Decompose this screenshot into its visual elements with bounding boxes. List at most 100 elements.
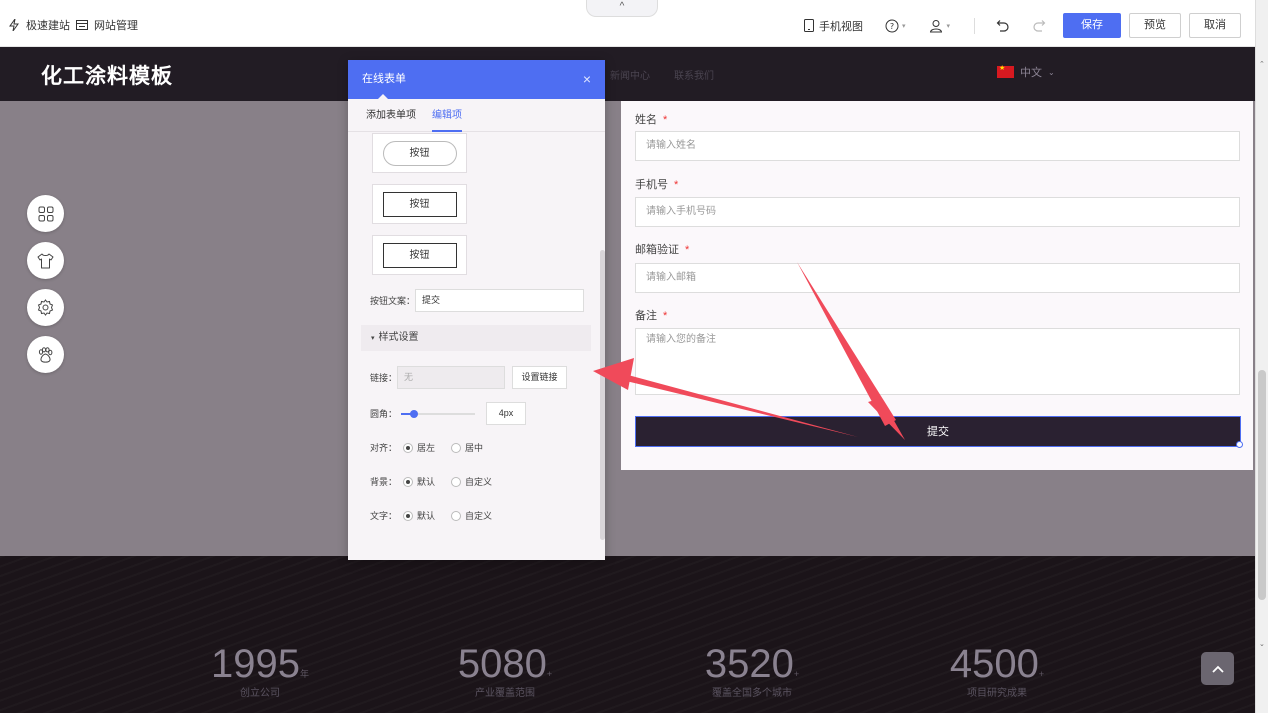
tab-add-field[interactable]: 添加表单项 <box>366 99 416 131</box>
text-color-label: 文字： <box>370 511 398 521</box>
link-input: 无 <box>397 366 506 389</box>
radio-label: 自定义 <box>465 511 493 521</box>
phone-icon <box>803 19 814 32</box>
side-toolbar <box>27 195 64 373</box>
lightning-icon <box>9 19 19 31</box>
radio-dot <box>403 510 414 521</box>
stat-number: 1995 <box>211 642 300 686</box>
button-style-option[interactable]: 按钮 <box>372 235 467 275</box>
grid-icon <box>38 206 53 221</box>
scrollbar-thumb[interactable] <box>1258 370 1266 600</box>
site-logo[interactable]: 化工涂料模板 <box>41 60 173 90</box>
baidu-button[interactable] <box>27 336 64 373</box>
background-row: 背景： 默认 自定义 <box>370 475 502 488</box>
shirt-icon <box>37 253 54 268</box>
stat-label: 创立公司 <box>240 688 280 699</box>
background-label: 背景： <box>370 477 398 487</box>
cancel-button[interactable]: 取消 <box>1189 13 1241 38</box>
panel-tabs: 添加表单项 编辑项 <box>348 99 605 132</box>
phone-input[interactable]: 请输入手机号码 <box>635 197 1240 227</box>
chevron-down-icon: ▾ <box>946 22 950 30</box>
form-field-label: 邮箱验证 * <box>635 241 689 257</box>
nav-item-contact[interactable]: 联系我们 <box>674 67 714 82</box>
required-mark: * <box>685 244 690 256</box>
style-settings-label: 样式设置 <box>378 332 419 343</box>
help-icon: ? <box>885 19 899 32</box>
preview-button[interactable]: 预览 <box>1129 13 1181 38</box>
mobile-view-label: 手机视图 <box>818 20 863 33</box>
close-icon[interactable]: × <box>583 60 591 99</box>
form-field-label: 备注 * <box>635 307 667 323</box>
tab-edit-field[interactable]: 编辑项 <box>432 99 462 132</box>
language-label: 中文 <box>1020 67 1042 79</box>
button-style-option[interactable]: 按钮 <box>372 184 467 224</box>
text-default-radio[interactable]: 默认 <box>403 509 435 522</box>
stat-number: 4500 <box>949 642 1039 686</box>
field-label-text: 姓名 <box>635 114 657 126</box>
form-field-label: 手机号 * <box>635 176 678 192</box>
bg-default-radio[interactable]: 默认 <box>403 475 435 488</box>
mobile-view-toggle[interactable]: 手机视图 <box>803 18 863 34</box>
radius-label: 圆角： <box>370 409 398 419</box>
name-input[interactable]: 请输入姓名 <box>635 131 1240 161</box>
link-label: 链接： <box>370 373 398 383</box>
required-mark: * <box>663 114 668 126</box>
back-to-top-button[interactable] <box>1201 652 1234 685</box>
undo-icon <box>996 19 1009 32</box>
button-style-preview: 按钮 <box>382 242 457 268</box>
panel-scrollbar[interactable] <box>600 250 605 540</box>
radio-label: 自定义 <box>465 477 493 487</box>
field-label-text: 备注 <box>635 310 657 322</box>
stat-number: 5080 <box>457 642 547 686</box>
site-header: 化工涂料模板 新闻中心 联系我们 中文 ⌄ <box>0 47 1255 101</box>
site-manage-icon <box>76 20 88 30</box>
set-link-button[interactable]: 设置链接 <box>512 366 568 389</box>
quick-build-link[interactable]: 极速建站 <box>26 17 70 33</box>
undo-button[interactable] <box>995 19 1009 32</box>
page-scrollbar[interactable]: ⌃ ⌄ <box>1255 0 1268 713</box>
panel-header: 在线表单 × <box>348 60 605 99</box>
remark-textarea[interactable]: 请输入您的备注 <box>635 328 1240 395</box>
settings-button[interactable] <box>27 289 64 326</box>
user-menu[interactable]: ▾ <box>929 19 950 33</box>
radius-slider[interactable] <box>401 409 476 418</box>
redo-button[interactable] <box>1033 19 1047 32</box>
user-icon <box>930 19 943 32</box>
gear-icon <box>37 299 54 316</box>
button-text-input[interactable]: 提交 <box>415 289 585 312</box>
align-left-radio[interactable]: 居左 <box>403 441 435 454</box>
stat-item: 4500+ 项目研究成果 <box>917 640 1077 699</box>
style-settings-header[interactable]: ▾ 样式设置 <box>361 325 591 351</box>
scroll-down-icon: ⌄ <box>1259 641 1265 648</box>
button-text-label: 按钮文案： <box>370 296 416 306</box>
slider-knob[interactable] <box>410 409 419 418</box>
required-mark: * <box>663 310 668 322</box>
submit-button[interactable]: 提交 <box>635 416 1241 447</box>
text-custom-radio[interactable]: 自定义 <box>451 509 492 522</box>
button-style-preview: 按钮 <box>382 191 457 217</box>
modules-button[interactable] <box>27 195 64 232</box>
help-menu[interactable]: ? ▾ <box>885 19 905 33</box>
language-selector[interactable]: 中文 ⌄ <box>997 64 1055 80</box>
china-flag-icon <box>997 64 1014 78</box>
nav-item-news[interactable]: 新闻中心 <box>610 67 650 82</box>
stat-suffix: + <box>793 669 800 679</box>
resize-handle[interactable] <box>1236 441 1243 448</box>
editor-toolbar: 极速建站 网站管理 ^ 手机视图 ? ▾ ▾ 保存 预览 取消 <box>0 0 1255 47</box>
redo-icon <box>1033 19 1046 32</box>
theme-button[interactable] <box>27 242 64 279</box>
bg-custom-radio[interactable]: 自定义 <box>451 475 492 488</box>
collapse-toolbar-handle[interactable]: ^ <box>586 0 658 17</box>
site-manage-link[interactable]: 网站管理 <box>94 17 138 33</box>
email-input[interactable]: 请输入邮箱 <box>635 263 1240 293</box>
stats-section: 1995年 创立公司 5080+ 产业覆盖范围 3520+ 覆盖全国多个城市 4… <box>0 556 1255 713</box>
radio-dot <box>451 510 462 521</box>
save-button[interactable]: 保存 <box>1063 13 1121 38</box>
button-style-option[interactable]: 按钮 <box>372 133 467 173</box>
button-style-preview: 按钮 <box>382 140 457 166</box>
stat-suffix: + <box>546 669 553 679</box>
link-row: 链接： 无 设置链接 <box>370 366 568 389</box>
align-center-radio[interactable]: 居中 <box>451 441 483 454</box>
stat-label: 覆盖全国多个城市 <box>712 688 792 699</box>
radius-input[interactable]: 4px <box>486 402 527 425</box>
